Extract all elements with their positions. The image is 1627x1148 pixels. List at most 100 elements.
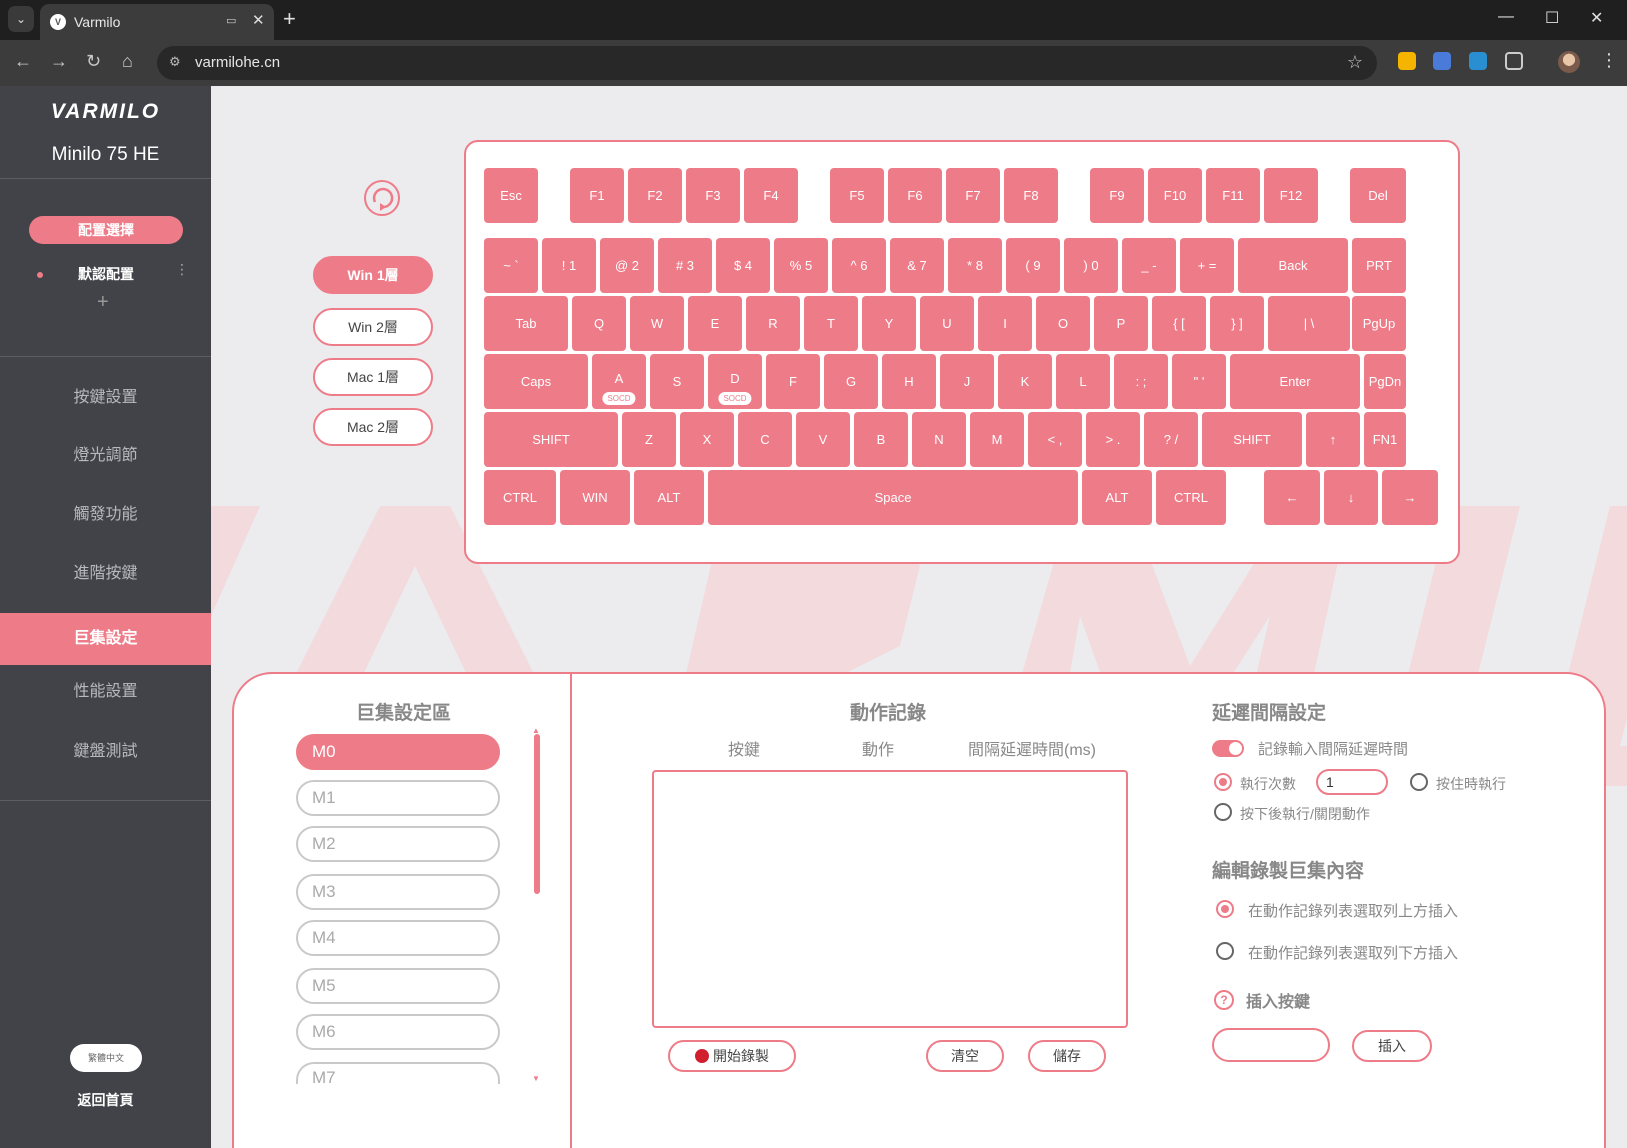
key-2-2[interactable]: W	[630, 296, 684, 351]
address-bar[interactable]: ⚙ varmilohe.cn ☆	[157, 46, 1377, 80]
key-4-1[interactable]: Z	[622, 412, 676, 467]
key-3-8[interactable]: K	[998, 354, 1052, 409]
macro-slot-m4[interactable]: M4	[296, 920, 500, 956]
key-4-4[interactable]: V	[796, 412, 850, 467]
key-4-7[interactable]: M	[970, 412, 1024, 467]
key-5-6[interactable]: ←	[1264, 470, 1320, 525]
layer-win-1-button[interactable]: Win 1層	[313, 256, 433, 294]
sidebar-item-lighting[interactable]: 燈光調節	[0, 430, 211, 482]
tab-search-icon[interactable]: ⌄	[8, 6, 34, 32]
key-5-0[interactable]: CTRL	[484, 470, 556, 525]
key-4-5[interactable]: B	[854, 412, 908, 467]
profile-avatar[interactable]	[1558, 51, 1580, 73]
insert-below-radio[interactable]	[1216, 942, 1234, 960]
bookmark-star-icon[interactable]: ☆	[1347, 52, 1363, 73]
key-3-7[interactable]: J	[940, 354, 994, 409]
key-3-1[interactable]: A SOCD	[592, 354, 646, 409]
forward-arrow-icon[interactable]: →	[50, 51, 68, 72]
key-0-8[interactable]: F8	[1004, 168, 1058, 223]
home-icon[interactable]: ⌂	[122, 51, 133, 72]
macro-slot-m5[interactable]: M5	[296, 968, 500, 1004]
key-0-12[interactable]: F12	[1264, 168, 1318, 223]
macro-slot-m1[interactable]: M1	[296, 780, 500, 816]
close-window-button[interactable]: ✕	[1590, 8, 1603, 28]
key-3-9[interactable]: L	[1056, 354, 1110, 409]
exec-count-radio[interactable]	[1214, 773, 1232, 791]
toggle-exec-radio[interactable]	[1214, 803, 1232, 821]
key-1-7[interactable]: & 7	[890, 238, 944, 293]
key-4-9[interactable]: > .	[1086, 412, 1140, 467]
key-1-6[interactable]: ^ 6	[832, 238, 886, 293]
key-2-14[interactable]: PgUp	[1352, 296, 1406, 351]
key-2-6[interactable]: Y	[862, 296, 916, 351]
key-5-7[interactable]: ↓	[1324, 470, 1378, 525]
new-tab-button[interactable]: +	[283, 6, 296, 32]
sidebar-item-trigger[interactable]: 觸發功能	[0, 489, 211, 541]
macro-slot-m2[interactable]: M2	[296, 826, 500, 862]
key-2-7[interactable]: U	[920, 296, 974, 351]
key-0-9[interactable]: F9	[1090, 168, 1144, 223]
site-info-icon[interactable]: ⚙	[169, 54, 181, 70]
sidebar-item-performance[interactable]: 性能設置	[0, 666, 211, 718]
url-text[interactable]: varmilohe.cn	[195, 54, 280, 71]
reset-icon[interactable]	[362, 178, 402, 218]
key-4-0[interactable]: SHIFT	[484, 412, 618, 467]
key-1-2[interactable]: @ 2	[600, 238, 654, 293]
key-1-10[interactable]: ) 0	[1064, 238, 1118, 293]
key-0-3[interactable]: F3	[686, 168, 740, 223]
key-1-4[interactable]: $ 4	[716, 238, 770, 293]
clear-button[interactable]: 清空	[926, 1040, 1004, 1072]
key-3-6[interactable]: H	[882, 354, 936, 409]
key-2-11[interactable]: { [	[1152, 296, 1206, 351]
key-4-2[interactable]: X	[680, 412, 734, 467]
layer-mac-2-button[interactable]: Mac 2層	[313, 408, 433, 446]
translate-extension-icon[interactable]	[1433, 52, 1451, 70]
key-3-2[interactable]: S	[650, 354, 704, 409]
key-0-0[interactable]: Esc	[484, 168, 538, 223]
key-2-3[interactable]: E	[688, 296, 742, 351]
sidebar-item-macro[interactable]: 巨集設定	[0, 613, 211, 665]
browser-tab[interactable]: V Varmilo ▭ ✕	[40, 4, 274, 40]
key-1-0[interactable]: ~ `	[484, 238, 538, 293]
key-2-13[interactable]: | \	[1268, 296, 1350, 351]
sidebar-item-keyboard-test[interactable]: 鍵盤測試	[0, 726, 211, 778]
key-5-1[interactable]: WIN	[560, 470, 630, 525]
key-0-7[interactable]: F7	[946, 168, 1000, 223]
action-record-list[interactable]	[652, 770, 1128, 1028]
macro-slot-m6[interactable]: M6	[296, 1014, 500, 1050]
key-5-2[interactable]: ALT	[634, 470, 704, 525]
key-1-8[interactable]: * 8	[948, 238, 1002, 293]
key-5-8[interactable]: →	[1382, 470, 1438, 525]
key-1-14[interactable]: PRT	[1352, 238, 1406, 293]
key-3-10[interactable]: : ;	[1114, 354, 1168, 409]
start-recording-button[interactable]: 開始錄製	[668, 1040, 796, 1072]
insert-above-radio[interactable]	[1216, 900, 1234, 918]
help-icon[interactable]: ?	[1214, 990, 1234, 1010]
key-1-12[interactable]: + =	[1180, 238, 1234, 293]
key-5-3[interactable]: Space	[708, 470, 1078, 525]
key-4-8[interactable]: < ,	[1028, 412, 1082, 467]
key-2-10[interactable]: P	[1094, 296, 1148, 351]
add-config-button[interactable]: +	[97, 291, 109, 314]
exec-count-input[interactable]: 1	[1316, 769, 1388, 795]
key-2-12[interactable]: } ]	[1210, 296, 1264, 351]
key-4-3[interactable]: C	[738, 412, 792, 467]
key-1-11[interactable]: _ -	[1122, 238, 1176, 293]
macro-slot-m0[interactable]: M0	[296, 734, 500, 770]
key-5-4[interactable]: ALT	[1082, 470, 1152, 525]
tab-media-icon[interactable]: ▭	[226, 14, 236, 27]
key-3-3[interactable]: D SOCD	[708, 354, 762, 409]
macro-list-scrollbar[interactable]	[534, 734, 540, 894]
key-3-5[interactable]: G	[824, 354, 878, 409]
insert-button[interactable]: 插入	[1352, 1030, 1432, 1062]
sidebar-item-advanced-keys[interactable]: 進階按鍵	[0, 548, 211, 600]
key-0-10[interactable]: F10	[1148, 168, 1202, 223]
key-2-9[interactable]: O	[1036, 296, 1090, 351]
key-0-4[interactable]: F4	[744, 168, 798, 223]
key-1-3[interactable]: # 3	[658, 238, 712, 293]
language-selector[interactable]: 繁體中文	[70, 1044, 142, 1072]
tab-close-icon[interactable]: ✕	[252, 11, 265, 29]
key-2-4[interactable]: R	[746, 296, 800, 351]
key-1-5[interactable]: % 5	[774, 238, 828, 293]
key-5-5[interactable]: CTRL	[1156, 470, 1226, 525]
